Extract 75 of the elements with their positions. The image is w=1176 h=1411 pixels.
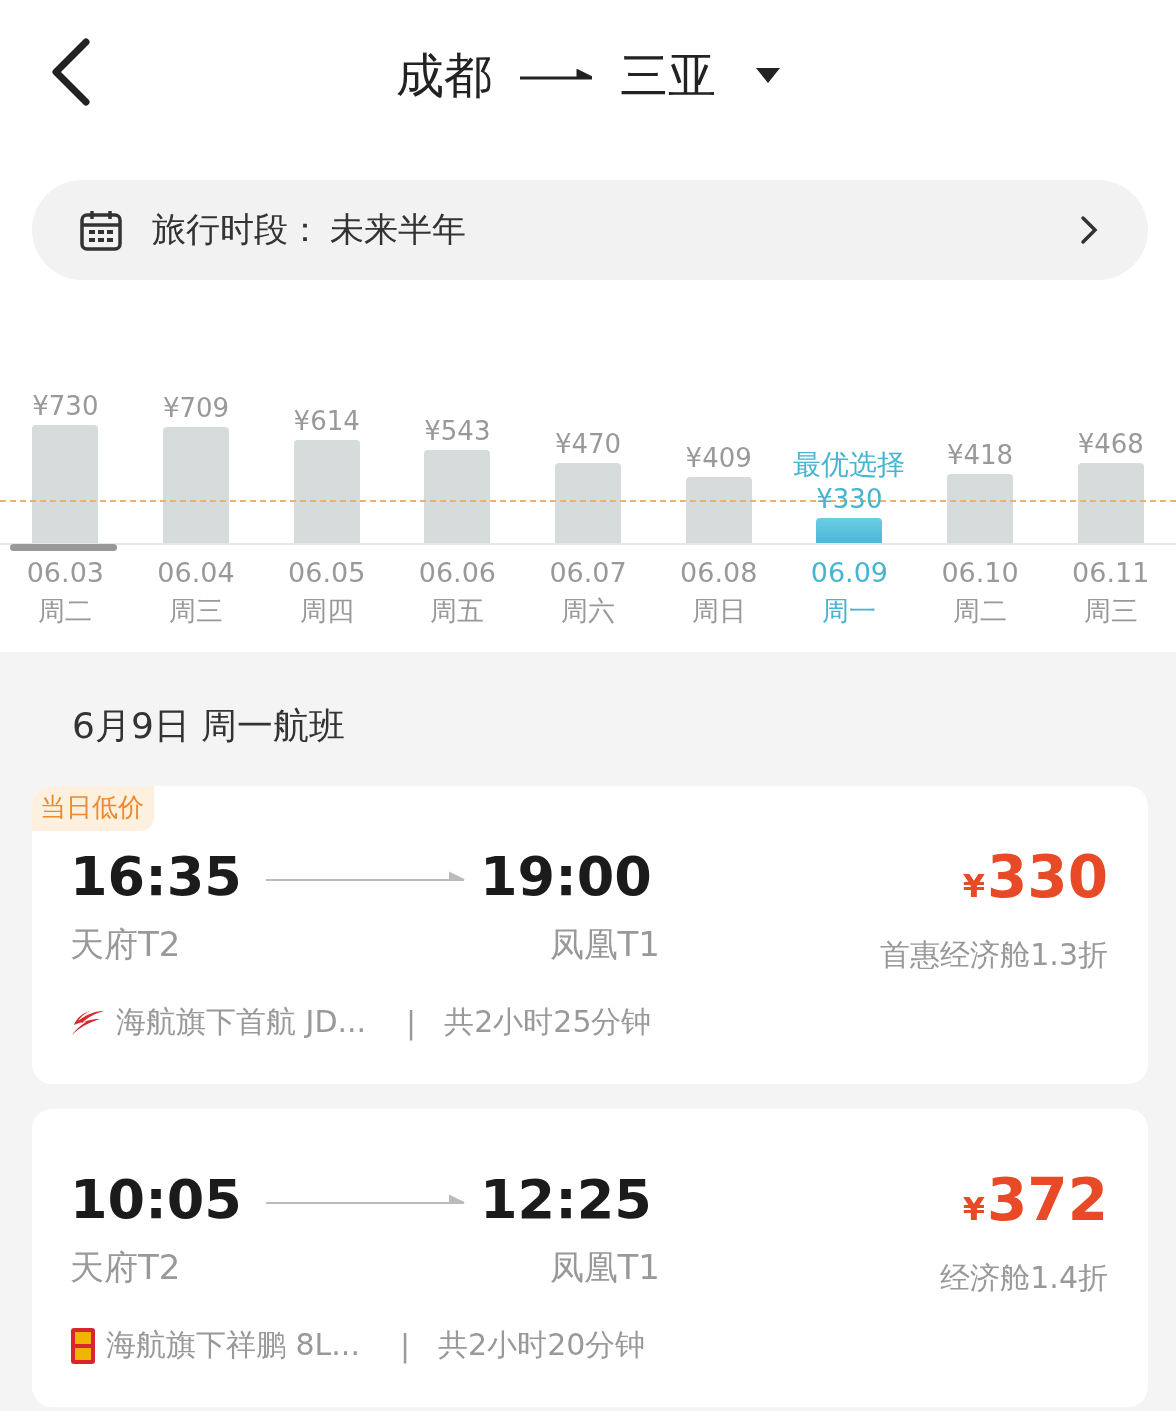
flight-card[interactable]: 当日低价 16:35 19:00 天府T2 凤凰T1 海航旗下首航 JD... | 共2小时25分钟 ¥330 首惠经济舱1.3折 (32, 786, 1148, 1084)
section-title: 6月9日 周一航班 (71, 704, 347, 748)
departure-time: 10:05 (70, 1167, 243, 1233)
price-label: ¥709 (162, 393, 230, 424)
date-label: 06.11 (1072, 556, 1150, 590)
date-label: 06.03 (26, 556, 104, 590)
cabin-discount: 首惠经济舱1.3折 (880, 936, 1108, 974)
price-label: ¥470 (554, 429, 622, 459)
best-choice-label: 最优选择 (793, 447, 906, 483)
weekday-label: 周三 (169, 594, 223, 628)
arrival-terminal: 凤凰T1 (549, 923, 660, 966)
weekday-label: 周日 (691, 594, 746, 628)
departure-time: 16:35 (70, 844, 243, 910)
date-label: 06.10 (941, 556, 1019, 590)
arrow-icon (266, 1193, 466, 1206)
weekday-label: 周四 (299, 594, 354, 628)
weekday-label: 周二 (38, 594, 93, 628)
ticket-price: ¥330 (962, 842, 1108, 913)
price-label: ¥330 (816, 484, 883, 514)
date-column[interactable]: ¥730 06.03 周二 (0, 390, 131, 631)
price-label: ¥409 (685, 442, 752, 473)
period-label: 旅行时段： (152, 208, 322, 251)
dropdown-icon[interactable] (756, 68, 780, 84)
date-column[interactable]: ¥418 06.10 周二 (914, 390, 1046, 631)
departure-terminal: 天府T2 (70, 923, 182, 966)
airline-name: 海航旗下首航 JD... (116, 1003, 367, 1041)
arrow-icon (266, 870, 466, 883)
date-label: 06.07 (549, 556, 627, 590)
arrival-time: 19:00 (480, 844, 653, 910)
chevron-right-icon (1080, 215, 1098, 245)
weekday-label: 周五 (430, 594, 485, 628)
origin-city: 成都 (396, 46, 492, 105)
price-label: ¥468 (1077, 429, 1144, 460)
date-column[interactable]: ¥470 06.07 周六 (522, 390, 654, 631)
price-label: ¥543 (424, 416, 491, 447)
low-price-badge: 当日低价 (32, 786, 154, 831)
destination-city: 三亚 (620, 46, 716, 105)
date-label: 06.09 (810, 556, 888, 590)
date-column[interactable]: 最优选择 ¥330 06.09 周一 (784, 390, 915, 631)
price-bar (685, 476, 752, 543)
date-column[interactable]: ¥709 06.04 周三 (130, 390, 262, 631)
date-column[interactable]: ¥468 06.11 周三 (1045, 390, 1176, 631)
flight-duration: 共2小时25分钟 (444, 1003, 652, 1041)
flight-duration: 共2小时20分钟 (438, 1326, 646, 1364)
departure-terminal: 天府T2 (70, 1246, 182, 1289)
calendar-icon (80, 209, 122, 251)
separator: | (399, 1328, 411, 1363)
weekday-label: 周一 (822, 594, 877, 628)
period-value: 未来半年 (330, 208, 467, 251)
ticket-price: ¥372 (962, 1165, 1108, 1236)
date-label: 06.04 (157, 556, 235, 590)
weekday-label: 周三 (1083, 594, 1138, 628)
date-label: 06.06 (418, 556, 496, 590)
travel-period-bar[interactable]: 旅行时段： 未来半年 (32, 180, 1148, 280)
airline-name: 海航旗下祥鹏 8L... (106, 1326, 360, 1364)
date-column[interactable]: ¥409 06.08 周日 (653, 390, 785, 631)
price-label: ¥614 (293, 405, 360, 436)
arrival-terminal: 凤凰T1 (549, 1246, 660, 1289)
arrival-time: 12:25 (480, 1167, 653, 1233)
date-label: 06.08 (680, 556, 758, 590)
date-column[interactable]: ¥543 06.06 周五 (392, 390, 523, 631)
cabin-discount: 经济舱1.4折 (940, 1259, 1108, 1297)
date-label: 06.05 (288, 556, 366, 590)
price-label: ¥730 (32, 391, 99, 421)
price-label: ¥418 (946, 440, 1014, 471)
price-bar (816, 518, 883, 543)
separator: | (406, 1005, 417, 1040)
price-bar (947, 474, 1014, 543)
route-arrow-icon (520, 69, 592, 83)
date-column[interactable]: ¥614 06.05 周四 (261, 390, 392, 631)
seal-icon (70, 1326, 96, 1365)
swoosh-icon (70, 1008, 106, 1037)
flight-card[interactable]: 10:05 12:25 天府T2 凤凰T1 海航旗下祥鹏 8L... | 共2小时20分钟 ¥372 经济舱1.4折 (32, 1109, 1148, 1407)
weekday-label: 周二 (953, 594, 1008, 628)
weekday-label: 周六 (561, 594, 615, 628)
